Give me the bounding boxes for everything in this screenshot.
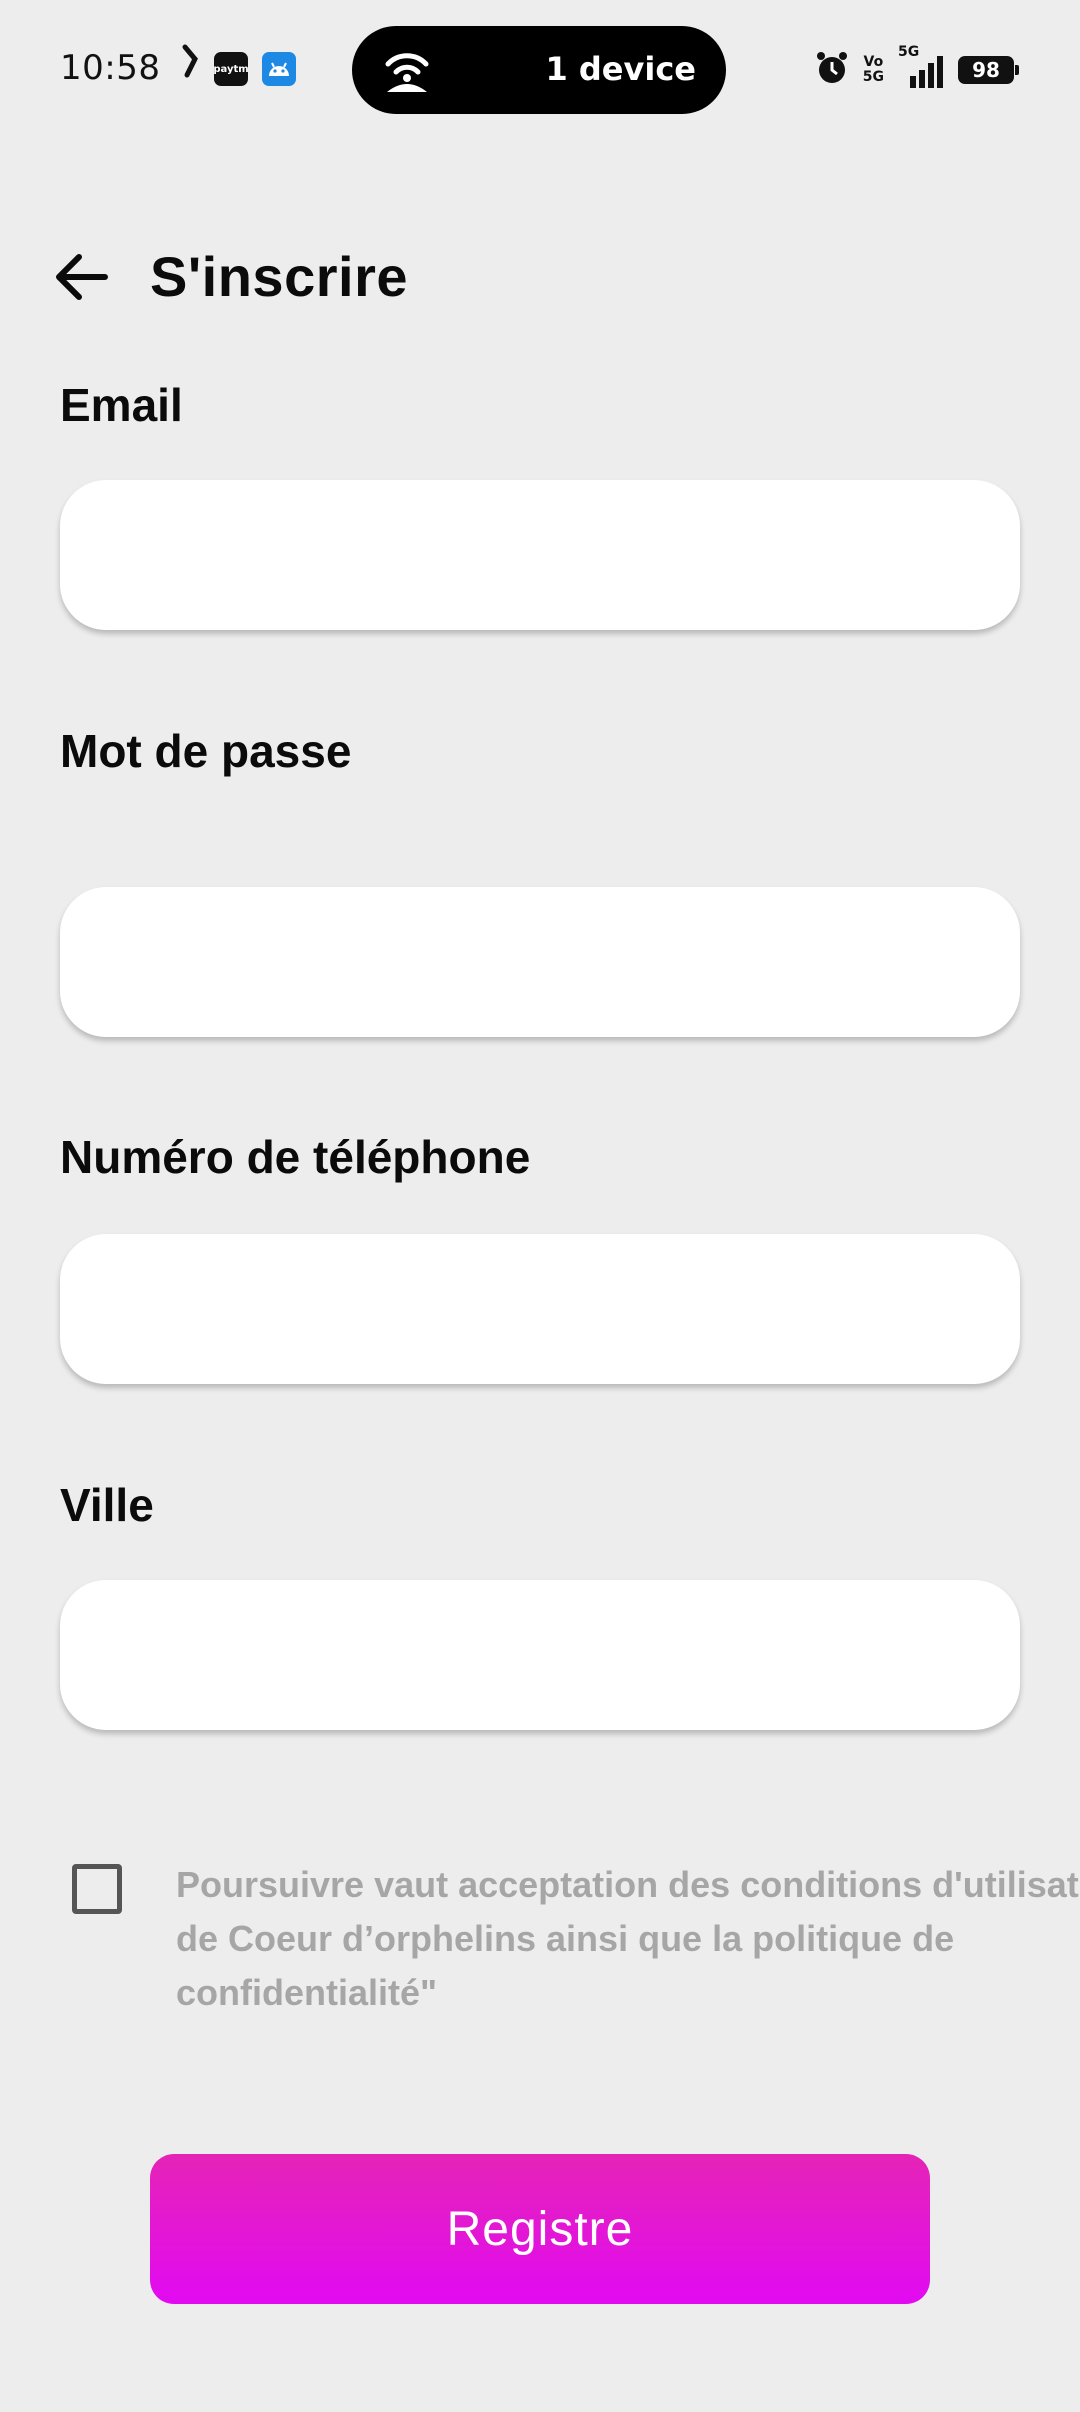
- k-icon: [174, 44, 208, 78]
- volte-line1: Vo: [863, 54, 884, 70]
- email-field[interactable]: [60, 480, 1020, 630]
- volte-line2: 5G: [862, 69, 884, 85]
- battery-icon: 98: [958, 56, 1019, 84]
- arrow-left-icon: [53, 252, 109, 306]
- volte-icon: Vo 5G: [863, 55, 884, 85]
- hotspot-device-count: 1 device: [545, 50, 696, 88]
- register-button[interactable]: Registre: [150, 2154, 930, 2304]
- alarm-icon: [815, 50, 849, 90]
- hotspot-icon: [382, 48, 432, 94]
- email-label: Email: [60, 379, 183, 431]
- status-right-icons: Vo 5G 5G 98: [815, 44, 1019, 92]
- paytm-icon: paytm: [213, 52, 249, 86]
- terms-text: Poursuivre vaut acceptation des conditio…: [176, 1864, 1080, 2013]
- terms-checkbox[interactable]: [72, 1864, 122, 1914]
- status-bar: 10:58 paytm 1 device Vo 5G 5G 98: [0, 0, 1080, 140]
- phone-field[interactable]: [60, 1234, 1020, 1384]
- signal-icon: 5G: [898, 44, 944, 90]
- city-field[interactable]: [60, 1580, 1020, 1730]
- status-time: 10:58: [60, 48, 161, 88]
- android-icon: [262, 52, 296, 86]
- password-field[interactable]: [60, 887, 1020, 1037]
- page-title: S'inscrire: [150, 245, 409, 308]
- hotspot-pill[interactable]: 1 device: [352, 26, 726, 114]
- password-label: Mot de passe: [60, 725, 352, 777]
- back-button[interactable]: [48, 246, 114, 312]
- city-label: Ville: [60, 1479, 154, 1531]
- phone-label: Numéro de téléphone: [60, 1131, 531, 1183]
